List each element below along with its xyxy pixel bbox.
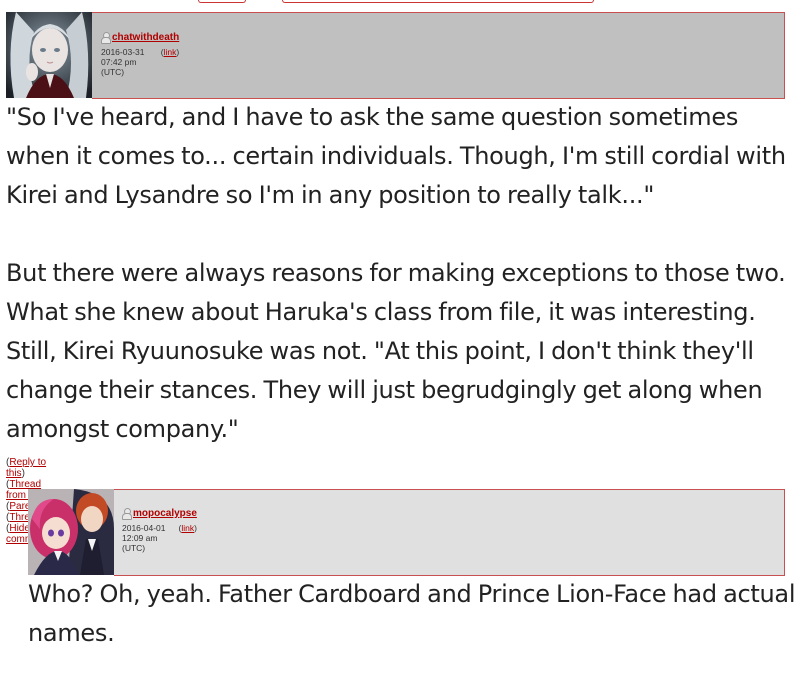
comment-meta: mopocalypse 2016-04-01 12:09 am (UTC) (l… xyxy=(122,508,197,553)
comment-datetime: 2016-04-01 12:09 am (UTC) xyxy=(122,523,166,553)
comment-line: when it comes to... certain individuals.… xyxy=(6,142,786,170)
comment-meta: chatwithdeath 2016-03-31 07:42 pm (UTC) … xyxy=(101,32,180,77)
comment-datetime: 2016-03-31 07:42 pm (UTC) xyxy=(101,47,145,77)
user-icon[interactable] xyxy=(122,508,132,520)
comment-header xyxy=(114,489,785,576)
reply-link[interactable]: Reply to this xyxy=(6,457,46,479)
permalink[interactable]: link xyxy=(181,523,194,533)
permalink[interactable]: link xyxy=(164,47,177,57)
comment-body: Who? Oh, yeah. Father Cardboard and Prin… xyxy=(28,575,796,653)
user-icon[interactable] xyxy=(101,32,111,44)
comment-line: Kirei and Lysandre so I'm in any positio… xyxy=(6,181,655,209)
avatar[interactable] xyxy=(6,12,92,98)
comment-line: But there were always reasons for making… xyxy=(6,259,786,287)
avatar[interactable] xyxy=(28,489,114,575)
comment-line: Who? Oh, yeah. Father Cardboard and Prin… xyxy=(28,580,796,608)
comment-header xyxy=(92,12,785,99)
comment-line: "So I've heard, and I have to ask the sa… xyxy=(6,103,739,131)
comment-line: change their stances. They will just beg… xyxy=(6,376,763,404)
username-link[interactable]: mopocalypse xyxy=(133,508,197,519)
comment-line: Still, Kirei Ryuunosuke was not. "At thi… xyxy=(6,337,754,365)
username-link[interactable]: chatwithdeath xyxy=(112,32,179,43)
comment-line: What she knew about Haruka's class from … xyxy=(6,298,756,326)
comment-line: amongst company." xyxy=(6,415,239,443)
comment-body: "So I've heard, and I have to ask the sa… xyxy=(6,98,796,449)
previous-comment-links-fragment xyxy=(0,0,797,8)
comment-line: names. xyxy=(28,619,115,647)
